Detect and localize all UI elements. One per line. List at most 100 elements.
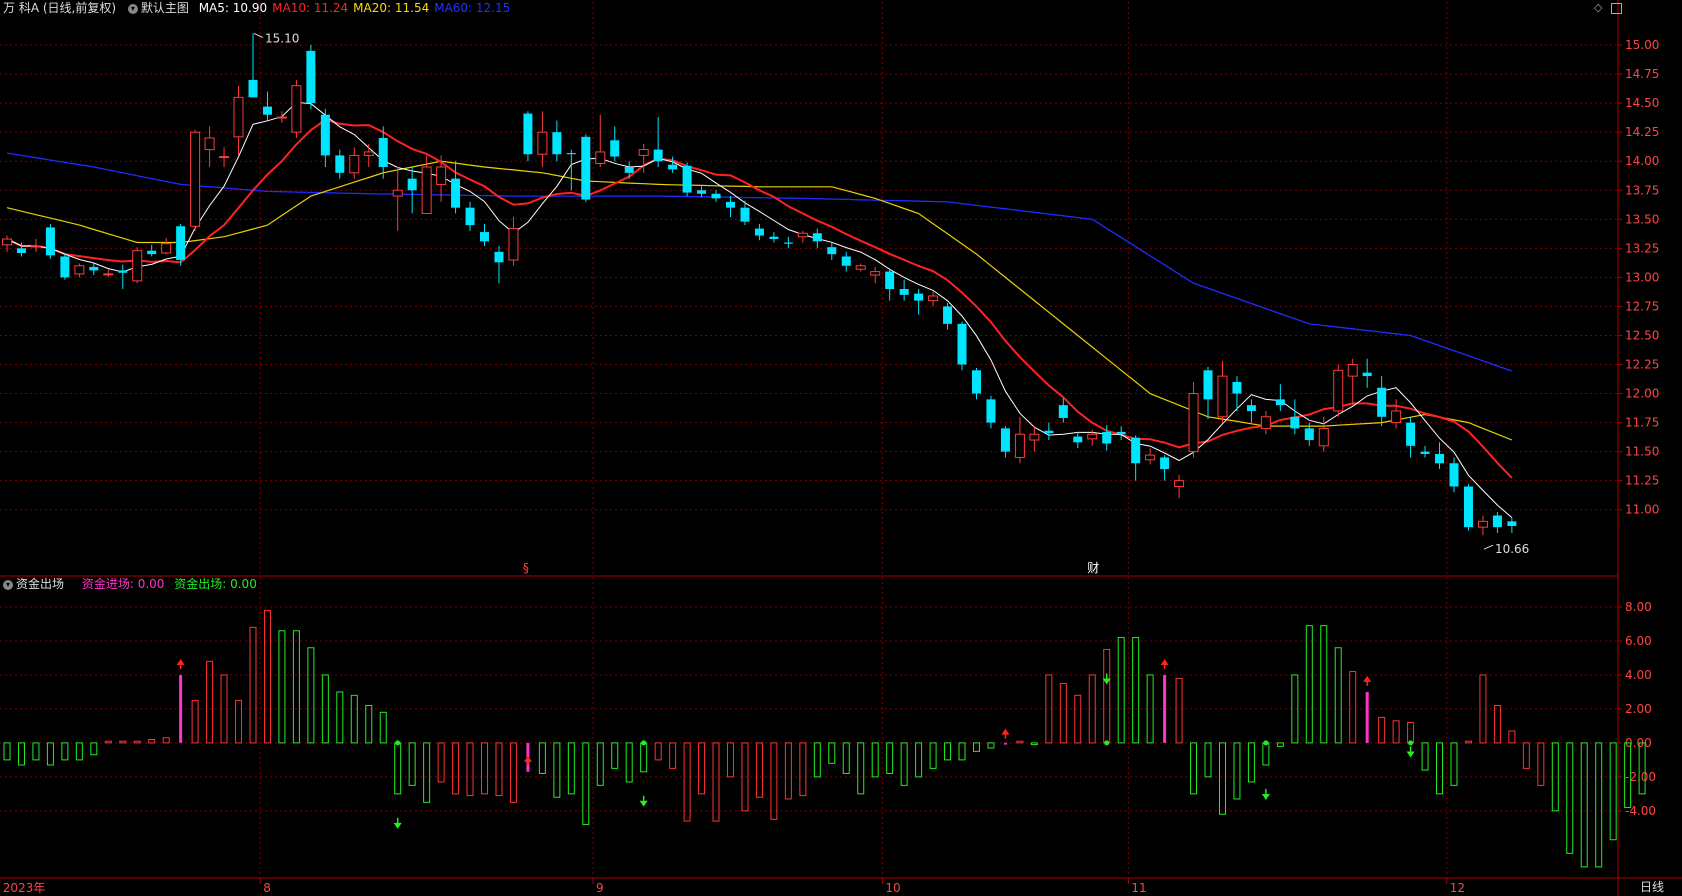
indicator-bar [307,647,315,744]
indicator-bar [596,742,604,786]
candle-body [421,166,432,214]
indicator-bar [1132,637,1140,744]
candle [1406,416,1416,458]
indicator-bar [582,742,590,825]
indicator-bar [75,742,83,761]
indicator-bar [1407,722,1415,744]
candle-body [697,190,707,194]
outflow-dot [1104,740,1110,746]
indicator-bar [350,694,358,744]
indicator-bar [179,674,183,743]
indicator-bar [625,742,633,783]
candle-body [118,270,128,273]
candle [508,216,519,266]
indicator-toggle-button[interactable]: ▾ 资金出场 [3,577,68,591]
candle [653,117,663,168]
indicator-bar [90,742,98,756]
indicator-tick-label: 4.00 [1625,668,1652,682]
candle [392,167,403,231]
indicator-bar [871,742,879,778]
candle-body [291,85,302,133]
candle-body [928,295,939,302]
date-label: 8 [263,881,271,895]
indicator-bar [466,742,474,797]
candle-body [841,256,851,266]
candle-body [1203,370,1213,400]
outflow-arrow-icon [639,800,648,807]
candle [1131,435,1141,481]
candle [1014,416,1025,464]
window-toggle-icon[interactable] [1611,3,1622,14]
candle-body [682,165,692,193]
candle-body [855,265,866,270]
indicator-bar [857,742,865,795]
candle [943,302,953,330]
candle-body [320,114,330,156]
candle-body [276,116,287,119]
indicator-bar [481,742,489,795]
candle [726,196,735,217]
date-label: 10 [885,881,900,895]
indicator-bar [1305,625,1313,744]
indicator-bar [755,742,763,798]
candle [1463,484,1473,531]
indicator-bar [495,742,503,797]
price-tick-label: 14.25 [1625,125,1659,139]
candle [89,263,99,276]
stock-chart-svg[interactable]: 15.00 14.75 14.50 14.25 14.00 13.75 13.50 13.25… [0,0,1682,896]
candle-body [233,96,244,138]
candle [1174,474,1185,499]
candle [537,111,548,168]
candle-body [480,232,490,242]
candle-body [740,207,750,222]
indicator-bar [1233,742,1241,800]
candle-body [1347,364,1358,377]
candle [320,108,330,168]
template-dropdown-icon: ▾ [127,3,138,14]
candle-body [161,243,172,254]
indicator-bar [799,742,807,797]
candle-body [45,227,55,256]
candle-body [74,265,85,275]
indicator-bar [119,740,127,744]
price-tick-label: 11.75 [1625,416,1659,430]
diamond-icon[interactable]: ◇ [1594,1,1602,14]
candle-body [827,247,837,255]
price-tick-label: 12.00 [1625,387,1659,401]
indicator-bar [654,742,662,761]
indicator-bar [1595,742,1603,868]
candle [624,161,634,179]
candle [971,367,981,400]
candle [552,120,562,162]
candle [1362,358,1372,388]
candle-body [1029,433,1040,441]
indicator-bar [567,742,575,795]
candle-body [349,154,360,174]
outflow-dot [1408,740,1414,746]
period-label[interactable]: 日线 [1640,880,1664,894]
candle [161,237,172,255]
price-tick-label: 14.00 [1625,154,1659,168]
candle-body [1073,436,1083,443]
template-toggle-button[interactable]: ▾ 默认主图 [127,1,193,15]
candle [855,263,866,272]
indicator-bar [162,737,170,744]
candle [769,232,779,243]
candle-body [306,50,316,104]
candle-body [885,271,895,289]
candle [1420,445,1430,458]
candle-body [986,399,996,423]
candle [306,45,316,109]
candle-body [1014,433,1025,458]
candle-body [899,289,909,295]
indicator-bar [553,742,561,798]
price-tick-label: 14.50 [1625,96,1659,110]
candle-body [624,167,634,173]
candle [60,254,70,280]
candle [147,244,157,257]
event-marker: § [523,561,529,575]
candle-body [2,238,12,246]
candle-body [711,193,721,199]
price-tick-label: 12.50 [1625,328,1659,342]
candle-body [392,189,403,197]
